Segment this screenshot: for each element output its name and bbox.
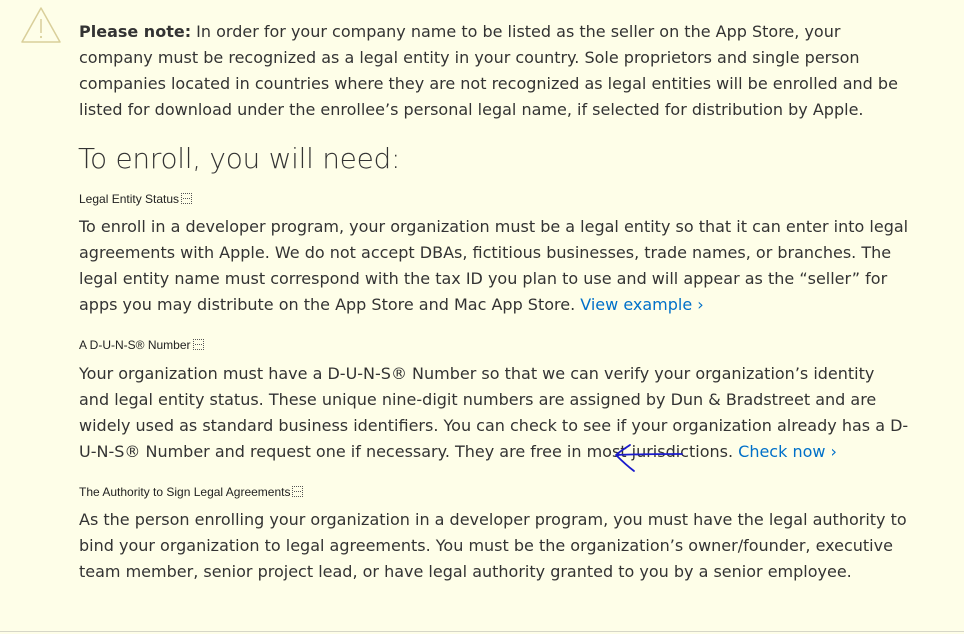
section-title-duns: A D-U-N-S® Number (79, 337, 204, 353)
hand-drawn-arrow-icon (615, 444, 683, 472)
view-example-link[interactable]: View example › (580, 295, 703, 314)
page: Please note: In order for your company n… (0, 0, 964, 634)
note-label: Please note: (79, 22, 192, 41)
divider (0, 631, 964, 632)
section-text-authority: As the person enrolling your organizatio… (79, 510, 907, 581)
section-title-authority: The Authority to Sign Legal Agreements (79, 484, 304, 500)
separator-glyph-icon (181, 193, 193, 204)
warning-icon (21, 7, 61, 43)
section-title-legal-entity: Legal Entity Status (79, 191, 193, 207)
section-text-duns: Your organization must have a D-U-N-S® N… (79, 364, 909, 461)
note-text: In order for your company name to be lis… (79, 22, 898, 119)
separator-glyph-icon (192, 339, 204, 350)
separator-glyph-icon (292, 486, 304, 497)
note-paragraph: Please note: In order for your company n… (79, 19, 919, 123)
section-text-legal-entity: To enroll in a developer program, your o… (79, 217, 909, 314)
page-heading: To enroll, you will need: (78, 142, 401, 175)
check-now-link[interactable]: Check now › (738, 442, 837, 461)
